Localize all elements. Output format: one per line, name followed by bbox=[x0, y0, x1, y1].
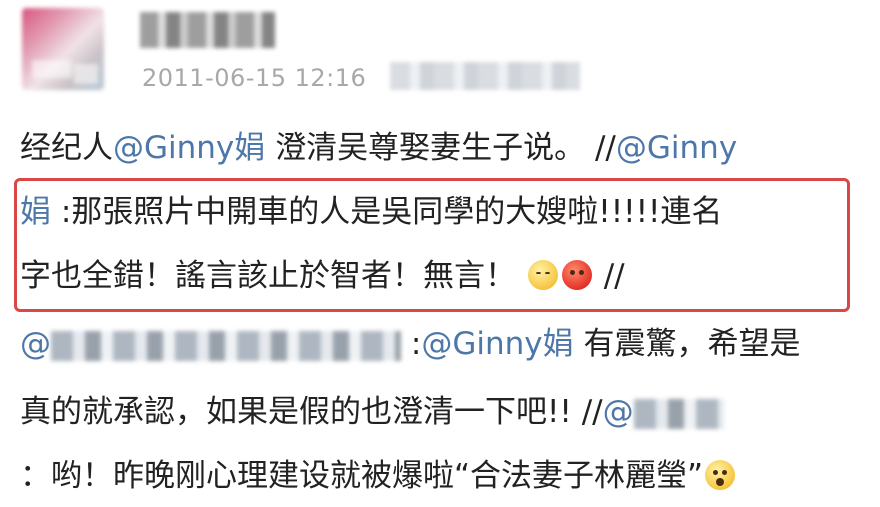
mention-at[interactable]: @ bbox=[20, 326, 51, 362]
mention-link[interactable]: @Ginny娟 bbox=[113, 130, 265, 166]
post-text: 澄清吴尊娶妻生子说。 // bbox=[265, 130, 616, 166]
blurred-username bbox=[633, 398, 724, 429]
sleepy-face-icon bbox=[527, 260, 558, 290]
quote-text: // bbox=[593, 258, 625, 294]
post-text: 真的就承認，如果是假的也澄清一下吧!! // bbox=[20, 394, 603, 430]
post-line-6: ：哟！昨晚刚心理建设就被爆啦“合法妻子林麗瑩” bbox=[20, 456, 737, 496]
post-line-1: 经纪人@Ginny娟 澄清吴尊娶妻生子说。 //@Ginny bbox=[20, 128, 737, 168]
post-line-2: 娟 :那張照片中開車的人是吳同學的大嫂啦!!!!!連名 bbox=[20, 192, 722, 232]
source-blurred bbox=[390, 62, 580, 90]
post-timestamp[interactable]: 2011-06-15 12:16 bbox=[142, 64, 366, 92]
avatar[interactable] bbox=[22, 8, 104, 90]
mention-at[interactable]: @ bbox=[603, 394, 634, 430]
post-line-4: @ :@Ginny娟 有震驚，希望是 bbox=[20, 324, 800, 364]
post-text: 经纪人 bbox=[20, 130, 113, 166]
mention-link[interactable]: @Ginny bbox=[616, 130, 737, 166]
shocked-face-icon bbox=[705, 460, 736, 490]
post-line-5: 真的就承認，如果是假的也澄清一下吧!! //@ bbox=[20, 392, 724, 432]
quote-text: :那張照片中開車的人是吳同學的大嫂啦!!!!!連名 bbox=[51, 194, 723, 230]
username-blurred[interactable] bbox=[140, 12, 275, 48]
post-text: 有震驚，希望是 bbox=[573, 326, 801, 362]
post-text: ：哟！昨晚刚心理建设就被爆啦“合法妻子林麗瑩” bbox=[20, 458, 704, 494]
mention-link-continued[interactable]: 娟 bbox=[20, 194, 51, 230]
angry-face-icon bbox=[561, 260, 592, 290]
post-line-3: 字也全錯！謠言該止於智者！無言！ // bbox=[20, 256, 625, 296]
mention-link[interactable]: @Ginny娟 bbox=[421, 326, 573, 362]
quote-text: 字也全錯！謠言該止於智者！無言！ bbox=[20, 258, 516, 294]
post-text: : bbox=[410, 326, 422, 362]
blurred-username bbox=[51, 330, 401, 361]
